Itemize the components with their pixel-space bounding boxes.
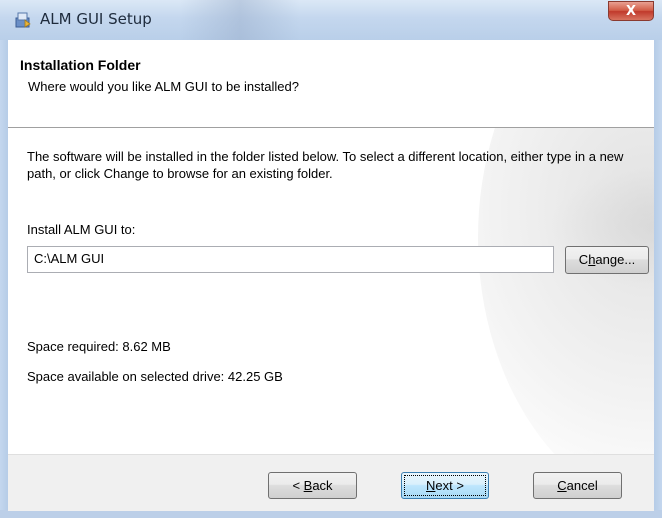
back-label-prefix: < <box>292 478 304 493</box>
page-title: Installation Folder <box>20 57 141 73</box>
space-required-text: Space required: 8.62 MB <box>27 339 171 354</box>
close-button[interactable]: X <box>608 1 654 21</box>
cancel-button[interactable]: Cancel <box>533 472 622 499</box>
space-available-text: Space available on selected drive: 42.25… <box>27 369 283 384</box>
next-label-suffix: ext > <box>435 478 464 493</box>
next-button[interactable]: Next > <box>401 472 489 499</box>
next-label-accelerator: N <box>426 478 436 493</box>
page-subtitle: Where would you like ALM GUI to be insta… <box>28 79 299 94</box>
window-frame-right <box>654 40 662 518</box>
header-banner: Installation Folder Where would you like… <box>8 40 654 128</box>
cancel-label-accelerator: C <box>557 478 567 493</box>
setup-window: ALM GUI Setup X Installation Folder Wher… <box>0 0 662 518</box>
close-icon: X <box>625 4 637 19</box>
cancel-label-suffix: ancel <box>566 478 598 493</box>
window-frame-bottom <box>0 510 662 518</box>
content-panel: The software will be installed in the fo… <box>8 128 654 454</box>
next-focus-rect: Next > <box>404 475 486 496</box>
button-bar: < Back Next > Cancel <box>8 454 654 511</box>
change-label-suffix: ange... <box>595 252 636 267</box>
window-frame-left <box>0 40 8 518</box>
installer-icon <box>15 12 31 28</box>
install-path-field[interactable]: C:\ALM GUI <box>27 246 554 273</box>
description-text: The software will be installed in the fo… <box>27 149 624 181</box>
change-button[interactable]: Change... <box>565 246 649 274</box>
title-bar-backdrop <box>180 0 300 40</box>
back-label-suffix: ack <box>312 478 333 493</box>
back-button[interactable]: < Back <box>268 472 357 499</box>
install-path-label: Install ALM GUI to: <box>27 222 136 237</box>
window-title: ALM GUI Setup <box>40 10 152 28</box>
title-bar[interactable]: ALM GUI Setup X <box>0 0 662 40</box>
change-label-prefix: C <box>578 252 589 267</box>
